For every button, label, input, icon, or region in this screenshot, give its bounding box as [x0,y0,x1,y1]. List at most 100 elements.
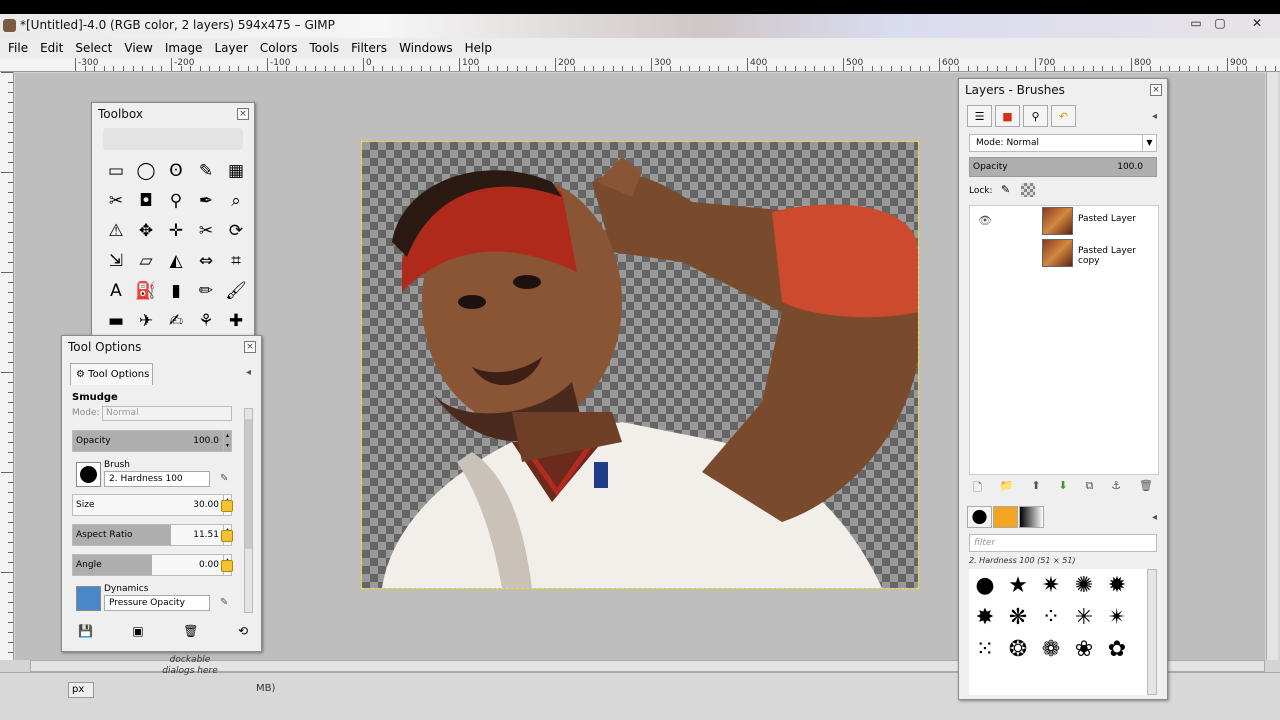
menu-image[interactable]: Image [159,38,209,58]
paintbrush-icon[interactable]: 🖌 [221,276,251,306]
brush-texture[interactable]: ❀ [1068,633,1100,665]
aspect-ratio-slider[interactable]: Aspect Ratio 11.51 ▴▾ [72,524,232,546]
shear-icon[interactable]: ▱ [131,246,161,276]
size-reset-icon[interactable] [221,500,233,512]
brush-splatter[interactable]: ✹ [1101,569,1133,601]
clone-icon[interactable]: ⚘ [191,306,221,336]
tab-patterns[interactable] [993,506,1018,528]
duplicate-layer-icon[interactable]: ⧉ [1086,479,1094,498]
mode-select[interactable]: Normal [102,406,232,421]
fuzzy-select-icon[interactable]: ✎ [191,156,221,186]
blend-icon[interactable]: ▮ [161,276,191,306]
tool-options-scrollbar[interactable] [244,408,253,613]
rect-select-icon[interactable]: ▭ [101,156,131,186]
image-canvas[interactable] [361,141,919,589]
rotate-icon[interactable]: ⟳ [221,216,251,246]
tab-layers[interactable]: ☰ [967,105,992,127]
scrollbar-thumb[interactable] [245,419,252,549]
menu-file[interactable]: File [0,38,34,58]
menu-layer[interactable]: Layer [208,38,253,58]
scissors-select-icon[interactable]: ✂ [101,186,131,216]
airbrush-icon[interactable]: ✈ [131,306,161,336]
angle-reset-icon[interactable] [221,560,233,572]
brush-grunge[interactable]: ✳ [1068,601,1100,633]
brush-texture[interactable]: ✿ [1101,633,1133,665]
flip-icon[interactable]: ⇔ [191,246,221,276]
horizontal-ruler[interactable]: -300 -200 -100 0 100 200 300 400 500 600 700 800 900 [0,58,1280,72]
delete-layer-icon[interactable]: 🗑 [1139,479,1153,498]
unit-select[interactable]: px [68,682,94,698]
brush-grunge[interactable]: ❋ [1002,601,1034,633]
tab-brushes[interactable] [967,506,992,528]
brush-splatter[interactable]: ✷ [1035,569,1067,601]
aspect-ratio-reset-icon[interactable] [221,530,233,542]
heal-icon[interactable]: ✚ [221,306,251,336]
tab-gradients[interactable] [1019,506,1044,528]
anchor-layer-icon[interactable]: ⚓ [1111,479,1121,498]
brush-star[interactable]: ★ [1002,569,1034,601]
lock-pixels-icon[interactable]: ✎ [1001,183,1015,197]
bucket-fill-icon[interactable]: ⛽ [131,276,161,306]
ink-icon[interactable]: ✍ [161,306,191,336]
brush-edit-icon[interactable]: ✎ [220,473,232,485]
paths-icon[interactable]: ⚲ [161,186,191,216]
tab-paths[interactable]: ⚲ [1023,105,1048,127]
pencil-icon[interactable]: ✏ [191,276,221,306]
menu-help[interactable]: Help [459,38,498,58]
brush-texture[interactable]: ❂ [1002,633,1034,665]
dynamics-field[interactable]: Pressure Opacity [104,595,210,611]
vertical-scrollbar[interactable] [1266,72,1278,660]
save-options-icon[interactable]: 💾 [78,624,93,638]
opacity-slider[interactable]: Opacity 100.0 ▴ ▾ [72,430,232,452]
tab-menu-icon[interactable]: ◂ [246,367,251,378]
menu-view[interactable]: View [118,38,158,58]
brush-texture[interactable]: ❁ [1035,633,1067,665]
reset-options-icon[interactable]: ⟲ [238,624,248,638]
brush-texture[interactable]: ⁙ [969,633,1001,665]
tab-tool-options[interactable]: ⚙ Tool Options [70,363,153,385]
brush-scrollbar[interactable] [1147,569,1157,695]
brush-splatter[interactable]: ✺ [1068,569,1100,601]
vertical-ruler[interactable] [0,72,14,660]
minimize-button[interactable]: ▭ [1185,16,1207,34]
brush-grunge[interactable]: ✴ [1101,601,1133,633]
zoom-icon[interactable]: ⌕ [221,186,251,216]
size-slider[interactable]: Size 30.00 ▴▾ [72,494,232,516]
layer-row[interactable]: Pasted Layer copy [970,238,1158,268]
brush-grunge[interactable]: ⁘ [1035,601,1067,633]
close-window-button[interactable]: ✕ [1246,16,1268,34]
foreground-select-icon[interactable]: ◘ [131,186,161,216]
opacity-spin-icon[interactable]: ▴ ▾ [223,431,231,451]
ellipse-select-icon[interactable]: ◯ [131,156,161,186]
menu-colors[interactable]: Colors [254,38,304,58]
restore-options-icon[interactable]: ▣ [132,624,143,638]
tool-options-close-icon[interactable]: × [244,341,256,353]
layer-opacity-slider[interactable]: Opacity 100.0 [969,157,1157,177]
lock-alpha-icon[interactable] [1021,183,1035,197]
eraser-icon[interactable]: ▬ [101,306,131,336]
toolbox-close-icon[interactable]: × [237,108,249,120]
crop-icon[interactable]: ✂ [191,216,221,246]
brush-filter-input[interactable]: filter [969,534,1157,552]
menu-edit[interactable]: Edit [34,38,69,58]
new-layer-group-icon[interactable]: 📁 [1000,479,1014,498]
new-layer-icon[interactable]: 🗋 [973,479,982,498]
layers-tab-menu-icon[interactable]: ◂ [1152,111,1157,122]
brush-name-field[interactable]: 2. Hardness 100 [104,471,210,487]
menu-select[interactable]: Select [69,38,118,58]
tab-undo[interactable]: ↶ [1051,105,1076,127]
angle-slider[interactable]: Angle 0.00 ▴▾ [72,554,232,576]
move-icon[interactable]: ✥ [131,216,161,246]
free-select-icon[interactable]: ʘ [161,156,191,186]
delete-options-icon[interactable]: 🗑 [183,624,198,638]
menu-windows[interactable]: Windows [393,38,459,58]
scale-icon[interactable]: ⇲ [101,246,131,276]
lower-layer-icon[interactable]: ⬇ [1058,479,1067,498]
dynamics-edit-icon[interactable]: ✎ [220,597,232,609]
cage-icon[interactable]: ⌗ [221,246,251,276]
align-icon[interactable]: ✛ [161,216,191,246]
brush-grunge[interactable]: ✸ [969,601,1001,633]
text-icon[interactable]: A [101,276,131,306]
perspective-icon[interactable]: ◭ [161,246,191,276]
layer-row[interactable]: 👁 Pasted Layer [970,206,1158,236]
